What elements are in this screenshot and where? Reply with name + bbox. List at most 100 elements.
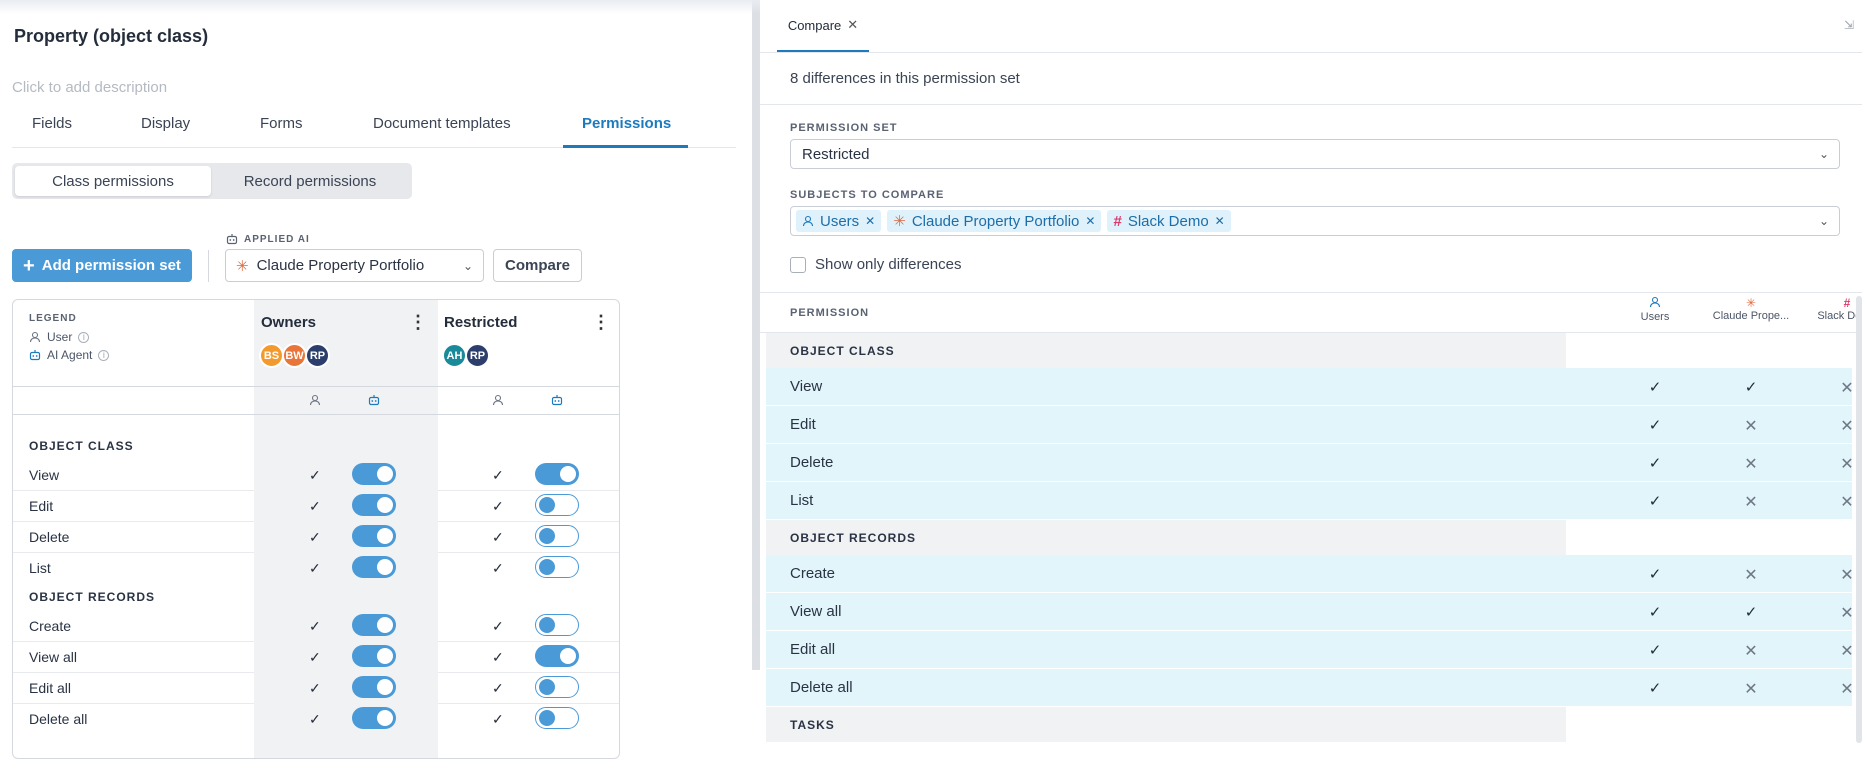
expand-icon[interactable]: ⇲ [1844, 18, 1854, 32]
check-icon: ✓ [1648, 680, 1662, 697]
tab-display[interactable]: Display [141, 115, 190, 132]
remove-icon[interactable]: ✕ [1085, 214, 1095, 228]
permission-row-label: List [29, 560, 51, 576]
subjects-select[interactable]: Users ✕ ✳ Claude Property Portfolio ✕ # … [790, 206, 1840, 236]
ai-permission-toggle[interactable] [535, 494, 579, 516]
ai-permission-toggle[interactable] [352, 525, 396, 547]
check-icon: ✓ [309, 529, 321, 545]
check-icon: ✓ [309, 560, 321, 576]
ai-permission-toggle[interactable] [535, 676, 579, 698]
check-icon: ✓ [309, 711, 321, 727]
robot-icon [368, 395, 380, 406]
compare-button[interactable]: Compare [493, 249, 582, 282]
subject-chip-label: Users [820, 212, 860, 230]
legend-user-text: User [47, 330, 73, 344]
permission-row-label: View [29, 467, 60, 483]
ai-permission-toggle[interactable] [352, 494, 396, 516]
close-icon[interactable]: ✕ [847, 17, 858, 33]
add-permission-set-button[interactable]: + Add permission set [12, 249, 192, 282]
cross-icon: ✕ [1840, 494, 1854, 511]
permission-column-header: PERMISSION [790, 307, 870, 319]
user-icon [1649, 296, 1661, 308]
section-header: OBJECT RECORDS [790, 531, 917, 545]
permission-row-label: List [790, 492, 814, 509]
ai-permission-toggle[interactable] [535, 556, 579, 578]
column-claude: ✳ Claude Prope... [1709, 296, 1793, 322]
row-divider [438, 521, 619, 522]
cross-icon: ✕ [1744, 418, 1758, 435]
permission-row-label: View all [29, 649, 77, 665]
page-title: Property (object class) [14, 26, 209, 46]
ai-permission-toggle[interactable] [352, 676, 396, 698]
grid-divider [13, 386, 619, 387]
permission-row-label: Edit all [29, 680, 72, 696]
ai-permission-toggle[interactable] [352, 645, 396, 667]
tab-compare-label: Compare [787, 17, 842, 33]
info-icon: i [78, 331, 90, 343]
show-differences-checkbox[interactable] [790, 256, 806, 273]
tab-document-templates[interactable]: Document templates [373, 115, 511, 132]
panel-resize-handle[interactable] [752, 0, 760, 670]
class-permissions-button[interactable]: Class permissions [15, 166, 211, 196]
tab-forms[interactable]: Forms [260, 115, 303, 132]
active-tab-indicator [563, 145, 688, 148]
show-only-differences[interactable]: Show only differences [790, 256, 961, 273]
permission-row-label: Delete all [29, 711, 88, 727]
more-options-icon[interactable]: ⋮ [409, 312, 427, 333]
column-slack: # Slack Demo [1805, 296, 1862, 322]
ai-permission-toggle[interactable] [535, 614, 579, 636]
check-icon: ✓ [1648, 417, 1662, 434]
robot-icon [551, 395, 563, 406]
table-divider [760, 292, 1862, 293]
subject-chip-claude: ✳ Claude Property Portfolio ✕ [887, 210, 1102, 232]
row-divider [13, 641, 254, 642]
grid-divider [13, 414, 619, 415]
ai-permission-toggle[interactable] [535, 463, 579, 485]
ai-permission-toggle[interactable] [535, 645, 579, 667]
check-icon: ✓ [492, 680, 504, 696]
section-header: OBJECT CLASS [790, 344, 895, 358]
legend-ai-agent: AI Agent i [29, 348, 110, 362]
claude-icon: ✳ [893, 213, 906, 230]
check-icon: ✓ [309, 680, 321, 696]
slack-icon: # [1113, 212, 1122, 230]
header-divider [760, 104, 1862, 105]
permission-set-select[interactable]: Restricted ⌄ [790, 139, 1840, 169]
cross-icon: ✕ [1840, 418, 1854, 435]
applied-ai-select[interactable]: ✳ Claude Property Portfolio ⌄ [225, 249, 484, 282]
ai-permission-toggle[interactable] [352, 463, 396, 485]
tab-compare[interactable]: Compare ✕ [777, 0, 869, 52]
row-divider [438, 552, 619, 553]
row-divider [13, 672, 254, 673]
check-icon: ✓ [492, 529, 504, 545]
scrollbar[interactable] [1856, 296, 1862, 743]
column-label: Slack Demo [1817, 310, 1862, 322]
permission-row-label: Delete all [790, 679, 853, 696]
ai-permission-toggle[interactable] [352, 614, 396, 636]
cross-icon: ✕ [1744, 681, 1758, 698]
remove-icon[interactable]: ✕ [865, 214, 875, 228]
avatar: RP [305, 343, 330, 368]
chevron-down-icon: ⌄ [1818, 214, 1829, 228]
tab-fields[interactable]: Fields [32, 115, 72, 132]
subject-chip-users: Users ✕ [796, 210, 882, 232]
description-placeholder[interactable]: Click to add description [12, 79, 167, 96]
permission-set-value: Restricted [802, 145, 870, 163]
ai-permission-toggle[interactable] [352, 556, 396, 578]
permission-row-label: View [790, 378, 823, 395]
tab-permissions[interactable]: Permissions [582, 115, 671, 132]
permission-row-label: Edit [790, 416, 816, 433]
check-icon: ✓ [1648, 455, 1662, 472]
check-icon: ✓ [492, 618, 504, 634]
record-permissions-button[interactable]: Record permissions [211, 166, 409, 196]
ai-permission-toggle[interactable] [352, 707, 396, 729]
restricted-avatars: AH RP [442, 343, 490, 368]
show-differences-label: Show only differences [815, 256, 962, 273]
row-divider [438, 703, 619, 704]
ai-permission-toggle[interactable] [535, 525, 579, 547]
more-options-icon[interactable]: ⋮ [592, 312, 610, 333]
ai-permission-toggle[interactable] [535, 707, 579, 729]
remove-icon[interactable]: ✕ [1215, 214, 1225, 228]
check-icon: ✓ [1744, 604, 1758, 621]
applied-ai-label: APPLIED AI [226, 233, 310, 245]
